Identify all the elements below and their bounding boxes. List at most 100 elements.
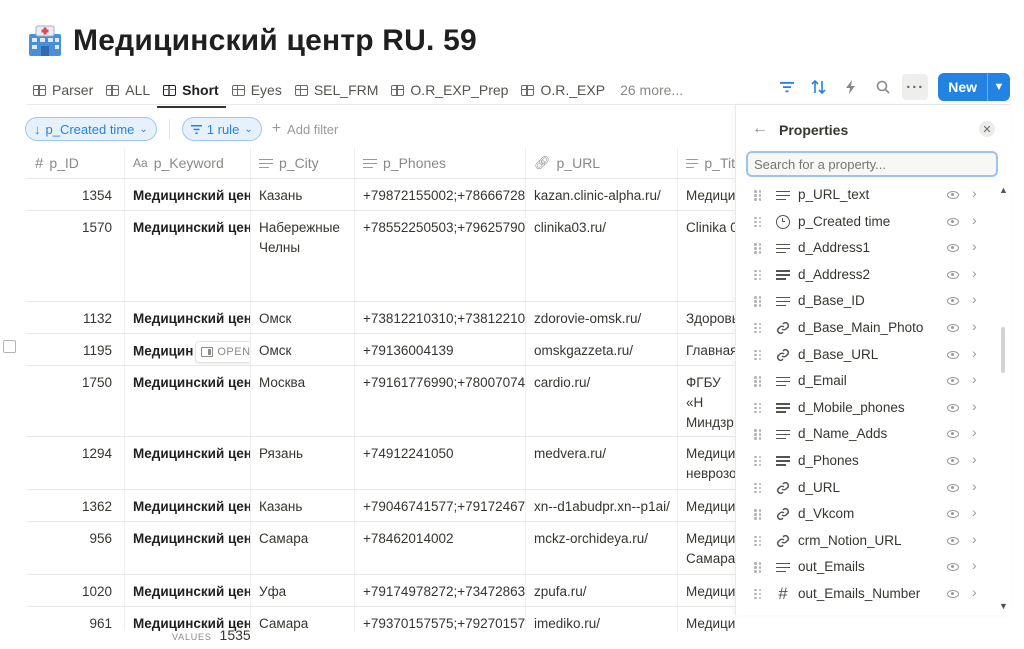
search-icon[interactable] [870,74,896,100]
table-row[interactable]: 1020 Медицинский центр Уфа +79174978272;… [27,575,735,607]
column-header-p-title[interactable]: p_Tit [678,148,735,178]
hospital-icon[interactable] [27,24,63,58]
cell-url[interactable]: medvera.ru/ [526,437,678,489]
filter-icon[interactable] [774,74,800,100]
tab-all[interactable]: ALL [100,77,157,103]
eye-icon[interactable] [947,270,959,279]
chevron-right-icon[interactable]: › [972,584,977,600]
drag-handle-icon[interactable] [754,322,762,334]
cell-phones[interactable]: +79136004139 [355,334,526,365]
chevron-right-icon[interactable]: › [972,478,977,494]
eye-icon[interactable] [947,403,959,412]
property-search-input[interactable] [746,151,998,177]
cell-keyword[interactable]: Медицин OPEN [125,334,251,365]
eye-icon[interactable] [947,297,959,306]
property-row[interactable]: p_URL_text › [736,182,1011,209]
chevron-right-icon[interactable]: › [972,424,977,440]
drag-handle-icon[interactable] [754,190,762,201]
chevron-right-icon[interactable]: › [972,318,977,334]
cell-keyword[interactable]: Медицинский центр [125,302,251,333]
scroll-down-icon[interactable]: ▼ [999,601,1008,611]
page-title[interactable]: Медицинский центр RU. 59 [73,24,477,58]
column-header-p-keyword[interactable]: Aa p_Keyword [125,148,251,178]
drag-handle-icon[interactable] [754,588,762,600]
cell-title[interactable]: Медици [678,179,735,210]
cell-keyword[interactable]: Медицинский центр [125,575,251,606]
drag-handle-icon[interactable] [754,455,762,467]
lightning-icon[interactable] [838,74,864,100]
cell-id[interactable]: 956 [27,522,125,574]
property-row[interactable]: d_Address1 › [736,235,1011,262]
eye-icon[interactable] [947,430,959,439]
cell-keyword[interactable]: Медицинский центр [125,211,251,301]
sort-pill[interactable]: ↓ p_Created time ⌄ [25,117,157,141]
chevron-right-icon[interactable]: › [972,398,977,414]
column-header-p-city[interactable]: p_City [251,148,355,178]
chevron-right-icon[interactable]: › [972,371,977,387]
cell-city[interactable]: Омск [251,334,355,365]
cell-title[interactable]: Медици Самара [678,522,735,574]
cell-keyword-text[interactable]: Медицин [133,344,193,359]
eye-icon[interactable] [947,244,959,253]
rule-pill[interactable]: 1 rule ⌄ [181,117,262,141]
drag-handle-icon[interactable] [754,509,762,520]
chevron-right-icon[interactable]: › [972,504,977,520]
tab-or-exp[interactable]: O.R._EXP [515,77,612,103]
table-row[interactable]: 1570 Медицинский центр Набережные Челны … [27,211,735,302]
cell-url[interactable]: mckz-orchideya.ru/ [526,522,678,574]
tab-eyes[interactable]: Eyes [226,77,289,103]
scrollbar-thumb[interactable] [1001,327,1005,373]
cell-phones[interactable]: +78552250503;+796257905 [355,211,526,301]
chevron-right-icon[interactable]: › [972,531,977,547]
chevron-right-icon[interactable]: › [972,291,977,307]
eye-icon[interactable] [947,456,959,465]
more-options-icon[interactable]: ··· [902,74,929,100]
drag-handle-icon[interactable] [754,269,762,281]
row-select-checkbox[interactable] [3,340,16,353]
table-row[interactable]: 1294 Медицинский центр Рязань +749122410… [27,437,735,490]
drag-handle-icon[interactable] [754,482,762,494]
cell-phones[interactable]: +79174978272;+734728633 [355,575,526,606]
chevron-right-icon[interactable]: › [972,238,977,254]
close-icon[interactable]: ✕ [979,121,995,137]
table-row[interactable]: 961 Медицинский центр Самара +7937015757… [27,607,735,631]
column-header-p-id[interactable]: # p_ID [27,148,125,178]
cell-title[interactable]: Медици [678,607,735,631]
cell-url[interactable]: zpufa.ru/ [526,575,678,606]
table-row[interactable]: 1354 Медицинский центр Казань +798721550… [27,179,735,211]
tab-short[interactable]: Short [157,77,226,108]
table-row[interactable]: 1750 Медицинский центр Москва +791617769… [27,366,735,437]
cell-title[interactable]: Медици [678,490,735,521]
sort-icon[interactable] [806,74,832,100]
cell-id[interactable]: 1195 [27,334,125,365]
open-row-button[interactable]: OPEN [195,341,250,363]
arrow-left-icon[interactable]: ← [752,120,768,138]
cell-id[interactable]: 1020 [27,575,125,606]
cell-title[interactable]: Медици неврозо [678,437,735,489]
property-row[interactable]: d_Vkcom › [736,501,1011,528]
property-row[interactable]: d_URL › [736,475,1011,502]
eye-icon[interactable] [947,589,959,598]
tab-or-exp-prep[interactable]: O.R_EXP_Prep [385,77,515,103]
drag-handle-icon[interactable] [754,243,762,254]
property-row[interactable]: d_Mobile_phones › [736,395,1011,422]
cell-title[interactable]: Clinika 0 [678,211,735,301]
cell-id[interactable]: 1354 [27,179,125,210]
drag-handle-icon[interactable] [754,535,762,547]
cell-city[interactable]: Рязань [251,437,355,489]
cell-phones[interactable]: +74912241050 [355,437,526,489]
drag-handle-icon[interactable] [754,402,762,414]
property-row[interactable]: d_Base_ID › [736,288,1011,315]
eye-icon[interactable] [947,536,959,545]
cell-id[interactable]: 1750 [27,366,125,436]
cell-city[interactable]: Самара [251,607,355,631]
cell-title[interactable]: ФГБУ «Н Миндзр [678,366,735,436]
cell-id[interactable]: 1570 [27,211,125,301]
table-row[interactable]: 1132 Медицинский центр Омск +73812210310… [27,302,735,334]
tab-parser[interactable]: Parser [27,77,100,103]
cell-phones[interactable]: +78462014002 [355,522,526,574]
table-row[interactable]: 956 Медицинский центр Самара +7846201400… [27,522,735,575]
new-button-label[interactable]: New [938,73,987,101]
property-row[interactable]: d_Base_Main_Photo › [736,315,1011,342]
eye-icon[interactable] [947,191,959,199]
